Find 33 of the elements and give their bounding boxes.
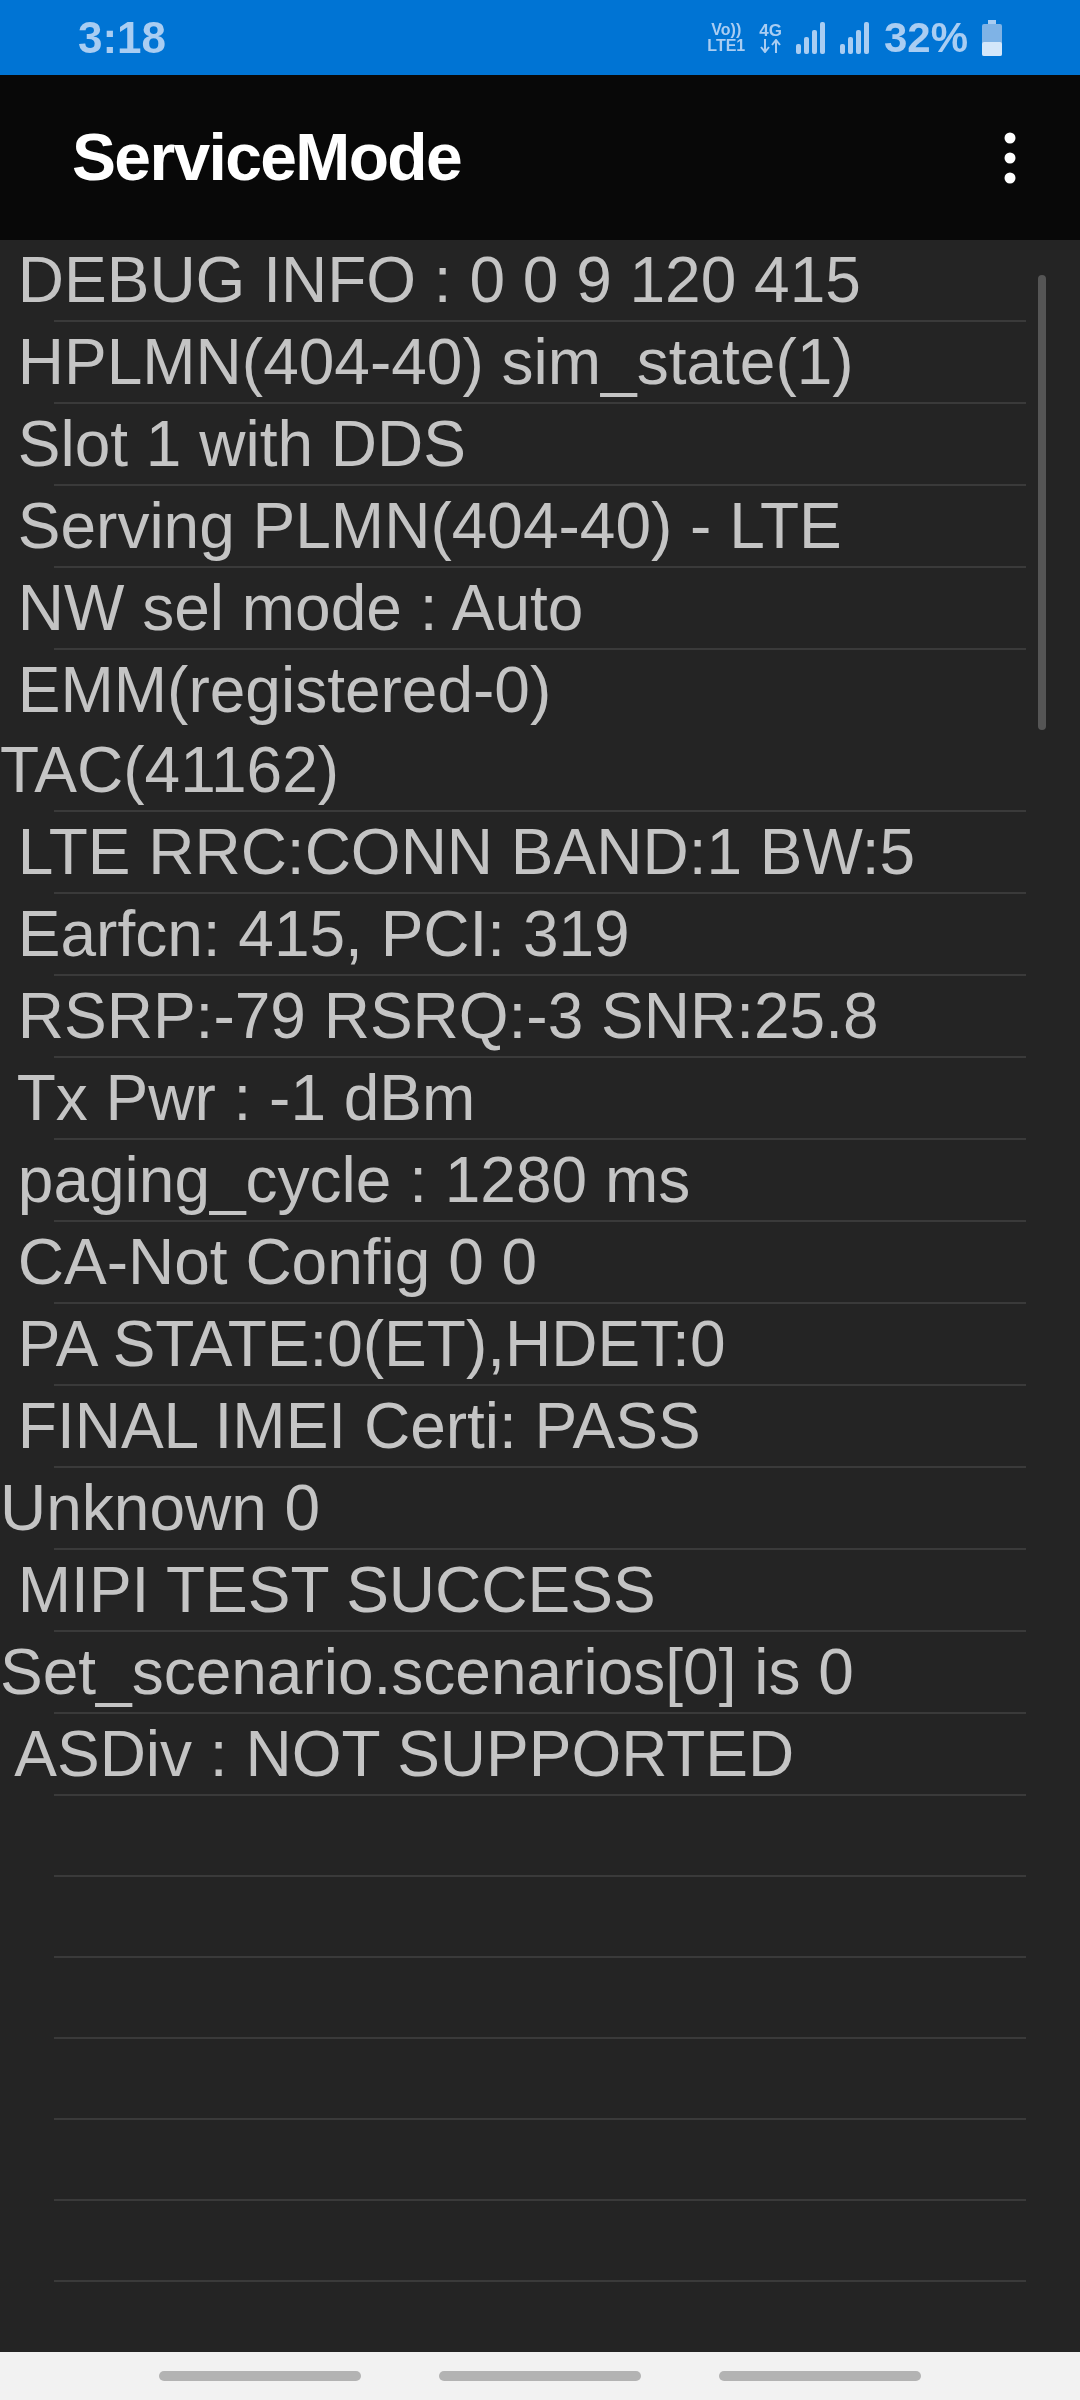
info-line: ASDiv : NOT SUPPORTED bbox=[13, 1717, 795, 1792]
network-type: 4G bbox=[759, 22, 782, 39]
battery-icon bbox=[982, 19, 1002, 56]
clock: 3:18 bbox=[78, 11, 167, 64]
signal-icon bbox=[795, 21, 826, 54]
info-line: Serving PLMN(404-40) - LTE bbox=[16, 489, 842, 564]
volte-label: Vo)) bbox=[711, 21, 742, 38]
nav-handle[interactable] bbox=[159, 2371, 361, 2381]
info-line: Set_scenario.scenarios[0] is 0 bbox=[0, 1635, 854, 1710]
info-line: HPLMN(404-40) sim_state(1) bbox=[16, 325, 854, 400]
info-line: NW sel mode : Auto bbox=[16, 571, 584, 646]
info-line: Tx Pwr : -1 dBm bbox=[15, 1061, 476, 1136]
info-line: Earfcn: 415, PCI: 319 bbox=[16, 897, 630, 972]
info-line: TAC(41162) bbox=[0, 733, 340, 808]
data-arrows-icon bbox=[759, 39, 782, 53]
info-line: LTE RRC:CONN BAND:1 BW:5 bbox=[16, 815, 916, 890]
info-line: EMM(registered-0) bbox=[16, 653, 552, 728]
info-line: Slot 1 with DDS bbox=[16, 407, 466, 482]
nav-handle[interactable] bbox=[719, 2371, 921, 2381]
info-line: MIPI TEST SUCCESS bbox=[16, 1553, 656, 1628]
signal-icon bbox=[839, 21, 870, 54]
info-line: CA-Not Config 0 0 bbox=[16, 1225, 538, 1300]
info-line: Unknown 0 bbox=[0, 1471, 321, 1546]
info-line: RSRP:-79 RSRQ:-3 SNR:25.8 bbox=[16, 979, 879, 1054]
more-options-icon bbox=[1004, 131, 1016, 184]
volte-sub-label: LTE1 bbox=[707, 37, 746, 54]
app-title: ServiceMode bbox=[72, 119, 462, 196]
battery-percent: 32% bbox=[883, 13, 968, 63]
info-line: PA STATE:0(ET),HDET:0 bbox=[16, 1307, 726, 1382]
nav-handle[interactable] bbox=[439, 2371, 641, 2381]
info-line: DEBUG INFO : 0 0 9 120 415 bbox=[16, 243, 861, 318]
info-line: FINAL IMEI Certi: PASS bbox=[16, 1389, 701, 1464]
info-line: paging_cycle : 1280 ms bbox=[16, 1143, 691, 1218]
